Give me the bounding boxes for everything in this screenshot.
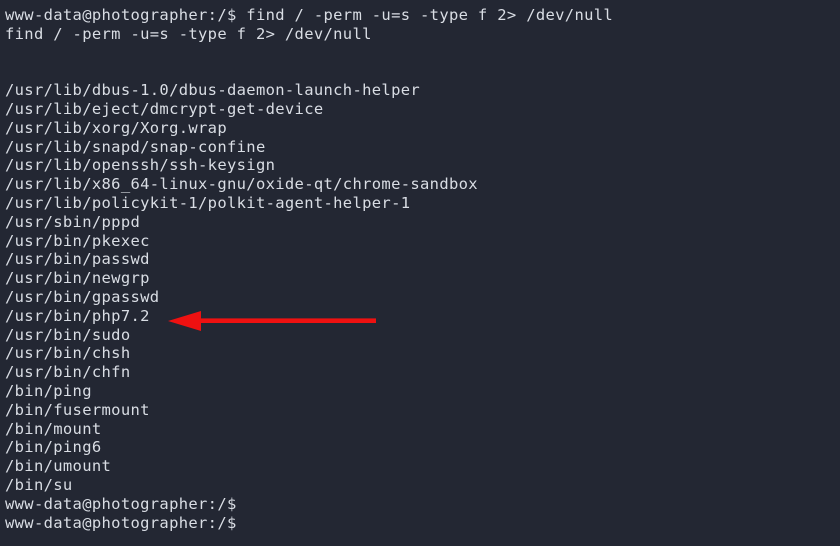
terminal-line-blank-1 [5, 44, 840, 63]
terminal-line-blank-2 [5, 62, 840, 81]
terminal-line-result-19: /bin/mount [5, 419, 102, 438]
terminal-line-result-21: /bin/umount [5, 457, 112, 476]
terminal-line-result-14: /usr/bin/sudo [5, 325, 131, 344]
terminal-line-result-13: /usr/bin/php7.2 [5, 306, 150, 325]
terminal-line-prompt-3: www-data@photographer:/$ [5, 513, 237, 532]
terminal-window[interactable]: www-data@photographer:/$ find / -perm -u… [0, 0, 840, 546]
terminal-line-result-2: /usr/lib/eject/dmcrypt-get-device [5, 99, 324, 118]
terminal-line-result-6: /usr/lib/x86_64-linux-gnu/oxide-qt/chrom… [5, 175, 478, 194]
terminal-line-result-12: /usr/bin/gpasswd [5, 287, 160, 306]
terminal-line-result-4: /usr/lib/snapd/snap-confine [5, 137, 266, 156]
terminal-line-result-5: /usr/lib/openssh/ssh-keysign [5, 156, 276, 175]
terminal-line-result-8: /usr/sbin/pppd [5, 212, 141, 231]
terminal-line-result-7: /usr/lib/policykit-1/polkit-agent-helper… [5, 193, 411, 212]
terminal-line-result-20: /bin/ping6 [5, 438, 102, 457]
terminal-line-result-1: /usr/lib/dbus-1.0/dbus-daemon-launch-hel… [5, 81, 421, 100]
terminal-line-result-15: /usr/bin/chsh [5, 344, 131, 363]
terminal-output: www-data@photographer:/$ find / -perm -u… [5, 6, 840, 532]
terminal-line-prompt-command: www-data@photographer:/$ find / -perm -u… [5, 6, 614, 24]
terminal-line-result-18: /bin/fusermount [5, 400, 150, 419]
terminal-line-result-16: /usr/bin/chfn [5, 363, 131, 382]
terminal-line-prompt-2: www-data@photographer:/$ [5, 494, 237, 513]
terminal-line-result-10: /usr/bin/passwd [5, 250, 150, 269]
terminal-line-result-9: /usr/bin/pkexec [5, 231, 150, 250]
terminal-line-result-3: /usr/lib/xorg/Xorg.wrap [5, 118, 227, 137]
terminal-line-result-17: /bin/ping [5, 381, 92, 400]
terminal-line-result-11: /usr/bin/newgrp [5, 269, 150, 288]
terminal-line-result-22: /bin/su [5, 475, 73, 494]
terminal-line-echoed-command: find / -perm -u=s -type f 2> /dev/null [5, 24, 372, 43]
